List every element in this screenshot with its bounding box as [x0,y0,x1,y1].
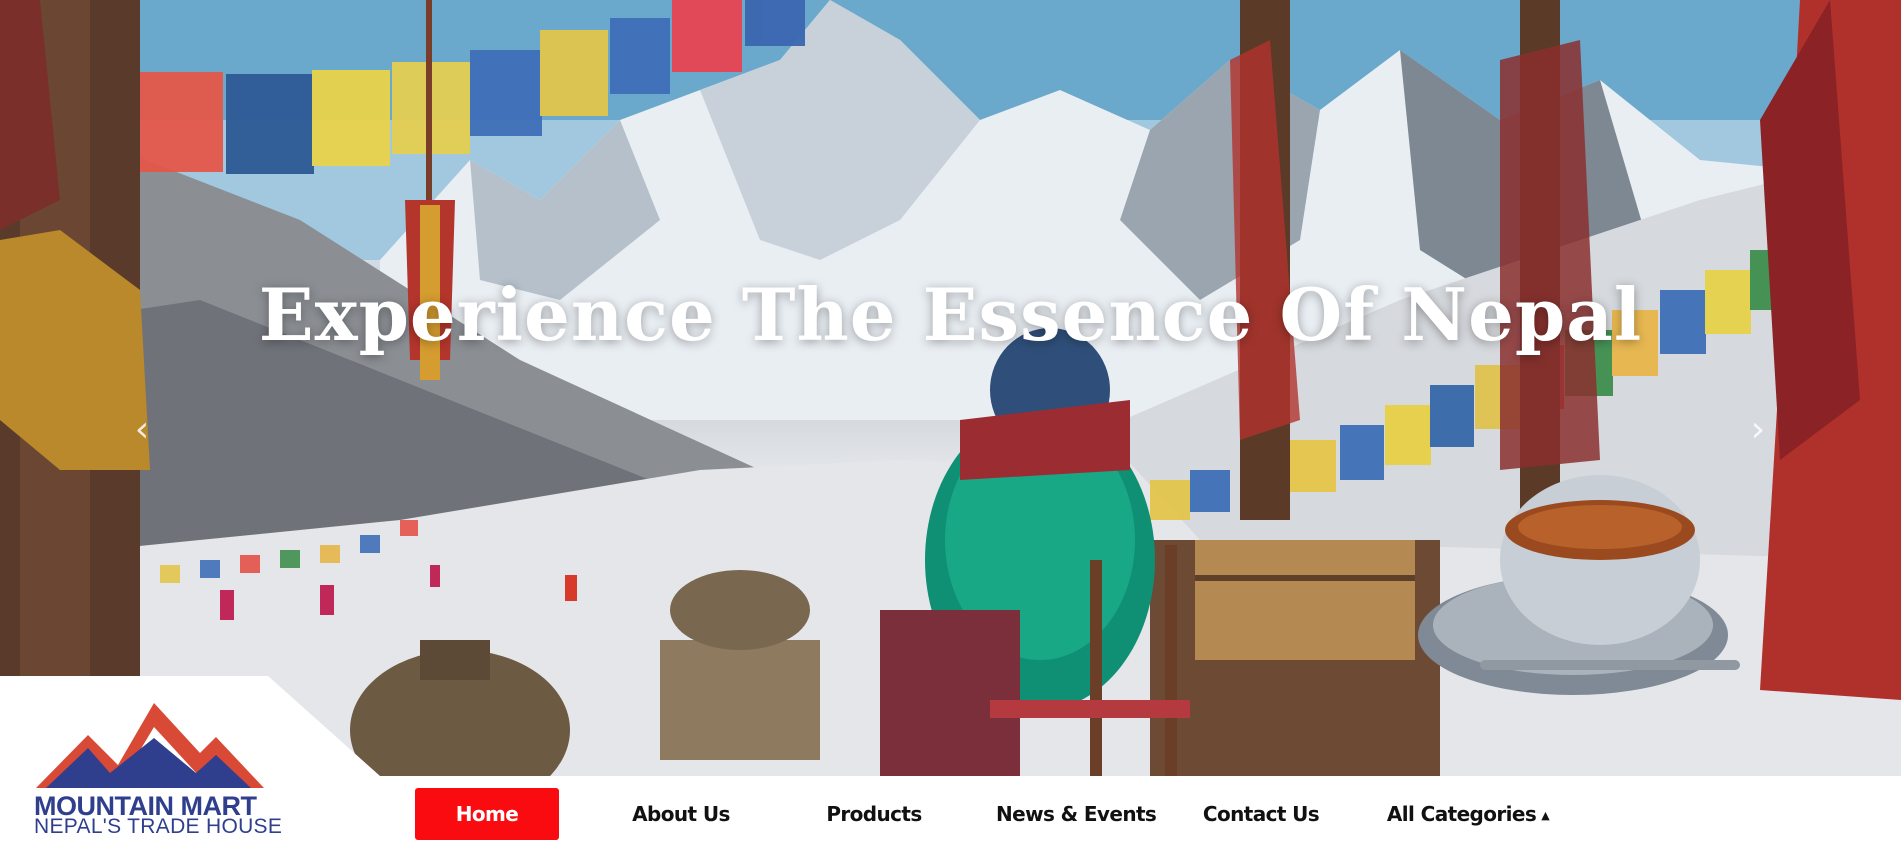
nav-item-about-us[interactable]: About Us [609,788,753,840]
caret-up-icon: ▲ [1541,809,1550,822]
brand-logo[interactable]: MOUNTAIN MART NEPAL'S TRADE HOUSE [34,703,283,838]
nav-item-contact-us[interactable]: Contact Us [1189,788,1333,840]
hero-title: Experience The Essence Of Nepal [258,272,1643,357]
carousel-next-arrow-icon[interactable]: › [1738,405,1778,455]
mountain-logo-icon [36,703,264,788]
hero-background-image [0,0,1901,776]
nav-item-all-categories[interactable]: All Categories ▲ [1383,788,1553,840]
nav-item-all-categories-label: All Categories [1386,802,1537,826]
brand-tagline: NEPAL'S TRADE HOUSE [34,815,283,838]
nav-item-home[interactable]: Home [415,788,559,840]
nav-item-news-events[interactable]: News & Events [996,788,1157,840]
main-navigation: Home About Us Products News & Events Con… [400,776,1901,861]
nav-item-products[interactable]: Products [802,788,946,840]
hero-carousel: Experience The Essence Of Nepal ‹ › [0,0,1901,776]
carousel-prev-arrow-icon[interactable]: ‹ [122,405,162,455]
